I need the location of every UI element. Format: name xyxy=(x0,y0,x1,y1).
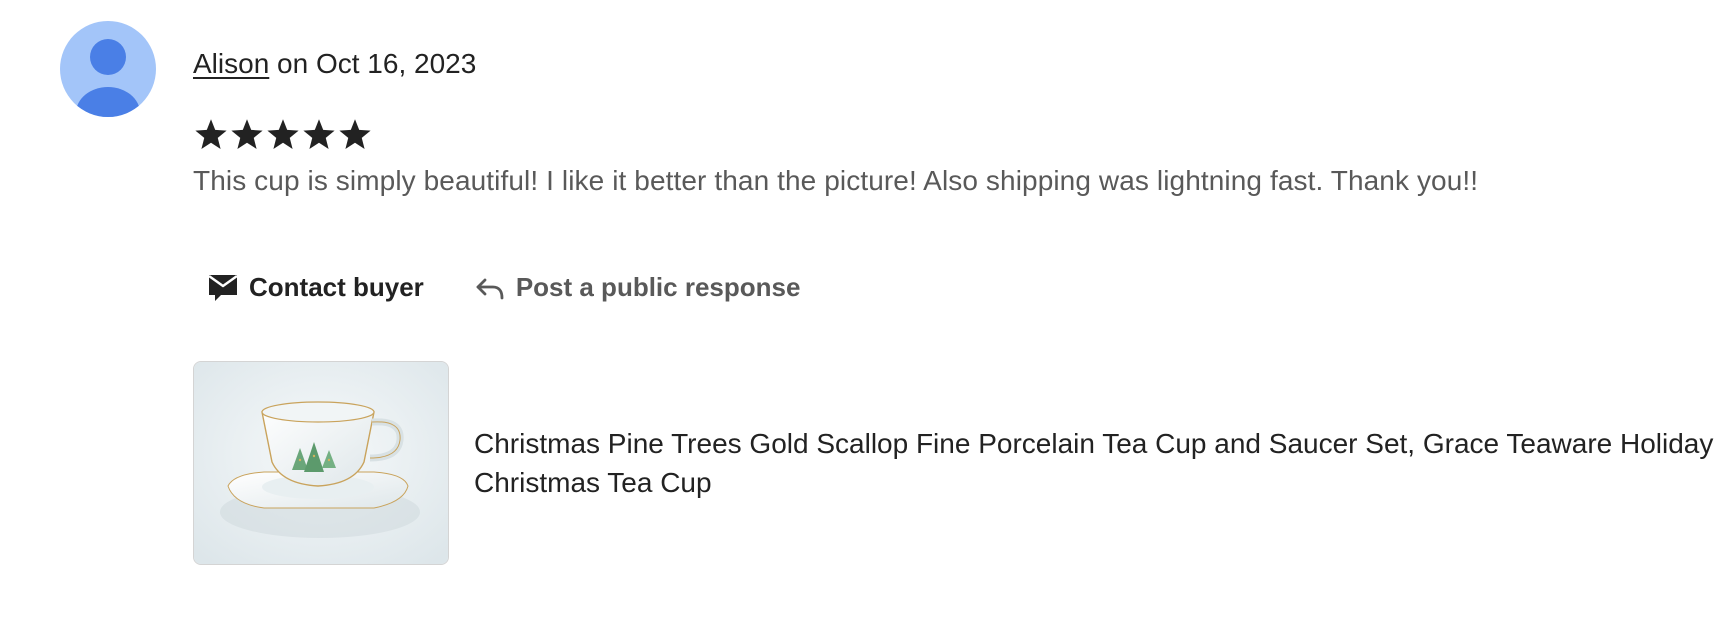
listing-thumbnail[interactable] xyxy=(193,361,449,565)
reviewer-name-link[interactable]: Alison xyxy=(193,48,269,79)
post-public-response-button[interactable]: Post a public response xyxy=(460,266,815,308)
star-icon xyxy=(267,119,299,149)
envelope-icon xyxy=(208,275,238,301)
post-public-response-label: Post a public response xyxy=(515,271,801,302)
reply-arrow-icon xyxy=(476,278,504,300)
reviewer-avatar[interactable] xyxy=(60,21,156,117)
listing-title-link[interactable]: Christmas Pine Trees Gold Scallop Fine P… xyxy=(474,424,1724,502)
review-text: This cup is simply beautiful! I like it … xyxy=(193,165,1479,196)
listing-item: Christmas Pine Trees Gold Scallop Fine P… xyxy=(193,361,1724,565)
review-card: Alison on Oct 16, 2023 This cup is simpl… xyxy=(0,0,1724,642)
teacup-image xyxy=(194,362,448,564)
star-icon xyxy=(195,119,227,149)
contact-buyer-label: Contact buyer xyxy=(249,271,424,302)
review-byline: Alison on Oct 16, 2023 xyxy=(193,46,476,82)
review-date: on Oct 16, 2023 xyxy=(269,48,477,79)
review-actions: Contact buyer Post a public response xyxy=(193,266,814,308)
contact-buyer-button[interactable]: Contact buyer xyxy=(193,266,438,308)
star-icon xyxy=(231,119,263,149)
default-user-icon xyxy=(76,39,140,117)
star-rating xyxy=(193,116,373,156)
star-icon xyxy=(339,119,371,149)
star-icon xyxy=(303,119,335,149)
